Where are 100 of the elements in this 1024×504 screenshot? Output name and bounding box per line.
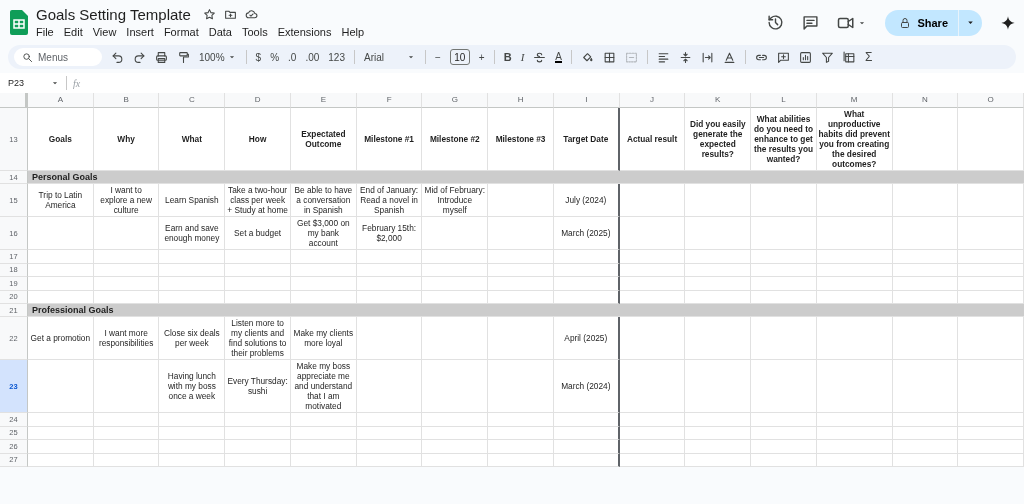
paint-bucket-icon[interactable] [580,50,594,64]
column-header[interactable]: G [422,93,489,108]
table-cell: Learn Spanish [159,184,226,217]
bold-button[interactable]: B [503,51,512,63]
empty-cell [892,413,959,427]
align-left-icon[interactable] [656,50,670,64]
empty-cell [488,426,554,440]
empty-cell [685,217,752,250]
strikethrough-icon[interactable] [533,50,547,64]
column-header[interactable]: C [159,93,226,108]
empty-cell [751,250,817,264]
empty-cell [619,453,686,467]
empty-cell [356,440,423,454]
empty-cell [553,277,620,291]
redo-icon[interactable] [133,50,146,64]
empty-cell [356,453,423,467]
text-wrap-icon[interactable] [700,50,714,64]
empty-cell [422,440,489,454]
spreadsheet-logo[interactable] [10,10,28,35]
empty-cell [553,250,620,264]
empty-cell [958,453,1024,467]
functions-button[interactable]: Σ [864,50,873,64]
column-header[interactable]: E [290,93,357,108]
empty-cell [488,360,554,413]
empty-cell [225,453,291,467]
table-cell: Listen more to my clients and find solutions to their problems [225,317,291,360]
add-comment-icon[interactable] [776,50,790,64]
empty-cell [685,250,752,264]
column-header[interactable]: I [553,93,620,108]
column-header[interactable]: F [356,93,423,108]
empty-cell [892,440,959,454]
zoom-dropdown[interactable]: 100% [199,51,237,63]
column-header[interactable]: J [619,93,686,108]
number-format-button[interactable]: 123 [328,51,345,63]
menu-item[interactable]: Data [203,25,237,39]
table-cell: April (2025) [553,317,620,360]
column-header[interactable]: K [685,93,752,108]
empty-cell [751,440,817,454]
empty-cell [751,426,817,440]
column-header[interactable]: D [225,93,291,108]
star-icon[interactable] [202,8,216,21]
column-header[interactable]: L [751,93,817,108]
empty-cell [619,413,686,427]
empty-cell [356,360,423,413]
font-size-increase-button[interactable]: + [478,51,485,63]
empty-cell [356,277,423,291]
print-icon[interactable] [155,50,168,64]
table-cell: Having lunch with my boss once a week [159,360,226,413]
cloud-icon[interactable] [244,8,258,21]
column-header[interactable]: M [816,93,893,108]
menu-item[interactable]: View [87,25,122,39]
column-header[interactable]: A [28,93,94,108]
table-cell: I want more responsibilities [93,317,160,360]
empty-cell [685,426,752,440]
empty-cell [93,440,160,454]
menu-item[interactable]: Tools [236,25,273,39]
filter-views-icon[interactable] [842,50,856,64]
font-dropdown[interactable]: Arial [364,51,416,63]
menu-item[interactable]: Edit [58,25,88,39]
filter-icon[interactable] [820,50,834,64]
number-format-button[interactable]: .00 [305,51,320,63]
text-rotate-icon[interactable] [722,50,736,64]
menu-item[interactable]: File [36,25,59,39]
history-icon[interactable] [767,14,785,31]
undo-icon[interactable] [111,50,124,64]
document-title[interactable]: Goals Setting Template [36,6,191,23]
menu-item[interactable]: Format [158,25,204,39]
empty-cell [685,317,752,360]
empty-cell [93,453,160,467]
empty-cell [93,263,160,277]
empty-cell [892,360,959,413]
column-header[interactable]: O [958,93,1024,108]
comment-icon[interactable] [802,14,820,31]
menu-search-field[interactable]: Menus [14,48,102,66]
column-header[interactable]: H [488,93,554,108]
borders-icon[interactable] [602,50,616,64]
column-header[interactable]: N [892,93,959,108]
menu-item[interactable]: Extensions [272,25,337,39]
menu-item[interactable]: Help [336,25,370,39]
lock-icon [899,16,912,29]
font-size-field[interactable]: 10 [449,49,470,65]
empty-cell [290,277,357,291]
name-box[interactable]: P23 [8,78,24,88]
table-cell: I want to explore a new culture [93,184,160,217]
empty-cell [488,250,554,264]
empty-cell [488,413,554,427]
empty-cell [290,453,357,467]
empty-cell [356,317,423,360]
paint-format-icon[interactable] [177,50,190,64]
chart-icon[interactable] [798,50,812,64]
number-format-button[interactable]: .0 [288,51,297,63]
italic-button[interactable]: I [520,51,525,63]
column-header[interactable]: B [93,93,160,108]
font-size-decrease-button[interactable]: − [435,51,441,63]
text-color-button[interactable]: A [555,51,562,63]
menu-item[interactable]: Insert [121,25,159,39]
number-format-button[interactable]: $ [255,51,262,63]
vertical-align-icon[interactable] [678,50,692,64]
folder-icon[interactable] [223,8,237,21]
number-format-button[interactable]: % [270,51,280,63]
